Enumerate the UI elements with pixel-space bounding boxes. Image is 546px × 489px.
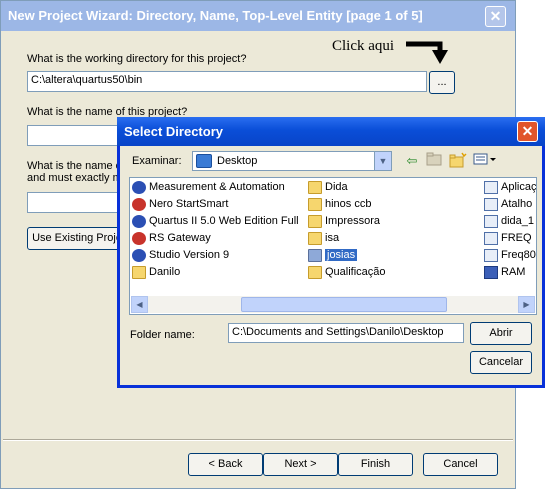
dialog-close-button[interactable]: ✕ <box>517 121 538 142</box>
look-in-dropdown[interactable]: Desktop ▼ <box>192 151 392 171</box>
file-icon <box>484 232 498 245</box>
folder-up-icon[interactable] <box>424 152 444 170</box>
folder-name-input[interactable]: C:\Documents and Settings\Danilo\Desktop <box>228 323 464 343</box>
view-menu-icon[interactable] <box>472 152 498 170</box>
project-name-input[interactable] <box>27 125 127 146</box>
folder-icon <box>308 198 322 211</box>
look-in-label: Examinar: <box>132 155 182 167</box>
list-item[interactable]: Dida <box>308 180 478 196</box>
button-divider <box>3 439 513 441</box>
folder-icon <box>308 215 322 228</box>
wizard-title: New Project Wizard: Directory, Name, Top… <box>8 8 423 23</box>
wizard-title-bar: New Project Wizard: Directory, Name, Top… <box>1 1 515 31</box>
cancel-button[interactable]: Cancel <box>423 453 498 476</box>
dialog-title: Select Directory <box>124 124 223 139</box>
file-icon <box>484 249 498 262</box>
list-item[interactable]: Nero StartSmart <box>132 197 304 213</box>
folder-icon <box>132 266 146 279</box>
new-folder-icon[interactable] <box>448 152 468 170</box>
folder-icon <box>308 249 322 262</box>
working-directory-question: What is the working directory for this p… <box>27 53 247 65</box>
list-item-label: Atalho <box>501 198 533 210</box>
list-item-label: hinos ccb <box>325 198 372 210</box>
application-icon <box>132 232 146 245</box>
working-directory-input[interactable]: C:\altera\quartus50\bin <box>27 71 427 92</box>
dialog-title-bar: Select Directory ✕ <box>117 117 545 146</box>
list-item[interactable]: Freq80 <box>484 248 536 264</box>
list-item[interactable]: hinos ccb <box>308 197 478 213</box>
wizard-close-button[interactable]: ✕ <box>485 6 506 27</box>
annotation-arrow-icon <box>406 41 448 64</box>
list-item-label: josias <box>325 249 358 261</box>
browse-button[interactable]: ... <box>429 71 455 94</box>
application-icon <box>132 249 146 262</box>
application-icon <box>132 215 146 228</box>
list-item-label: Freq80 <box>501 249 536 261</box>
close-icon: ✕ <box>489 8 502 24</box>
top-level-entity-input[interactable] <box>27 192 127 213</box>
application-icon <box>132 198 146 211</box>
list-item[interactable]: dida_1 <box>484 214 536 230</box>
desktop-icon <box>196 154 212 168</box>
scroll-right-icon[interactable]: ▶ <box>518 296 535 313</box>
list-item-label: Qualificação <box>325 266 386 278</box>
horizontal-scrollbar[interactable]: ◀ ▶ <box>131 296 535 313</box>
list-item-label: Quartus II 5.0 Web Edition Full <box>149 215 299 227</box>
scrollbar-thumb[interactable] <box>241 297 447 312</box>
click-here-annotation: Click aqui <box>332 38 395 54</box>
list-item[interactable]: Qualificação <box>308 265 478 281</box>
next-button[interactable]: Next > <box>263 453 338 476</box>
file-icon <box>484 198 498 211</box>
top-level-question-line2: and must exactly m <box>27 172 122 184</box>
list-item[interactable]: isa <box>308 231 478 247</box>
list-item-label: Aplicaç <box>501 181 537 193</box>
list-item-label: Impressora <box>325 215 381 227</box>
list-item[interactable]: Measurement & Automation <box>132 180 304 196</box>
list-item-label: Studio Version 9 <box>149 249 230 261</box>
list-item[interactable]: RAM <box>484 265 536 281</box>
folder-icon <box>308 266 322 279</box>
list-item-label: isa <box>325 232 340 244</box>
list-item-label: RAM <box>501 266 526 278</box>
application-icon <box>132 181 146 194</box>
list-item[interactable]: Atalho <box>484 197 536 213</box>
list-item[interactable]: Danilo <box>132 265 304 281</box>
dialog-cancel-button[interactable]: Cancelar <box>470 351 532 374</box>
list-item[interactable]: Aplicaç <box>484 180 537 196</box>
chevron-down-icon: ▼ <box>374 152 391 170</box>
list-item-label: Dida <box>325 181 348 193</box>
scroll-left-icon[interactable]: ◀ <box>131 296 148 313</box>
use-existing-settings-button[interactable]: Use Existing Proje <box>27 227 127 250</box>
back-arrow-icon[interactable]: ⇦ <box>402 152 422 170</box>
file-icon <box>484 215 498 228</box>
list-item-label: dida_1 <box>501 215 535 227</box>
list-item-selected[interactable]: josias <box>308 248 478 264</box>
look-in-value: Desktop <box>217 155 258 167</box>
folder-list[interactable]: Measurement & Automation Nero StartSmart… <box>129 177 537 315</box>
folder-icon <box>308 181 322 194</box>
list-item[interactable]: FREQ <box>484 231 536 247</box>
list-item-label: FREQ <box>501 232 532 244</box>
top-level-question-line1: What is the name o <box>27 160 122 172</box>
close-icon: ✕ <box>521 123 534 139</box>
list-item-label: Danilo <box>149 266 181 278</box>
file-icon <box>484 181 498 194</box>
list-item-label: RS Gateway <box>149 232 211 244</box>
select-directory-dialog: Select Directory ✕ Examinar: Desktop ▼ ⇦… <box>117 117 545 388</box>
folder-name-label: Folder name: <box>130 329 195 341</box>
list-item[interactable]: Studio Version 9 <box>132 248 304 264</box>
file-icon <box>484 266 498 279</box>
list-item-label: Measurement & Automation <box>149 181 285 193</box>
list-item[interactable]: RS Gateway <box>132 231 304 247</box>
list-item-label: Nero StartSmart <box>149 198 229 210</box>
back-button[interactable]: < Back <box>188 453 263 476</box>
folder-icon <box>308 232 322 245</box>
finish-button[interactable]: Finish <box>338 453 413 476</box>
open-button[interactable]: Abrir <box>470 322 532 345</box>
list-item[interactable]: Impressora <box>308 214 478 230</box>
list-item[interactable]: Quartus II 5.0 Web Edition Full <box>132 214 304 230</box>
